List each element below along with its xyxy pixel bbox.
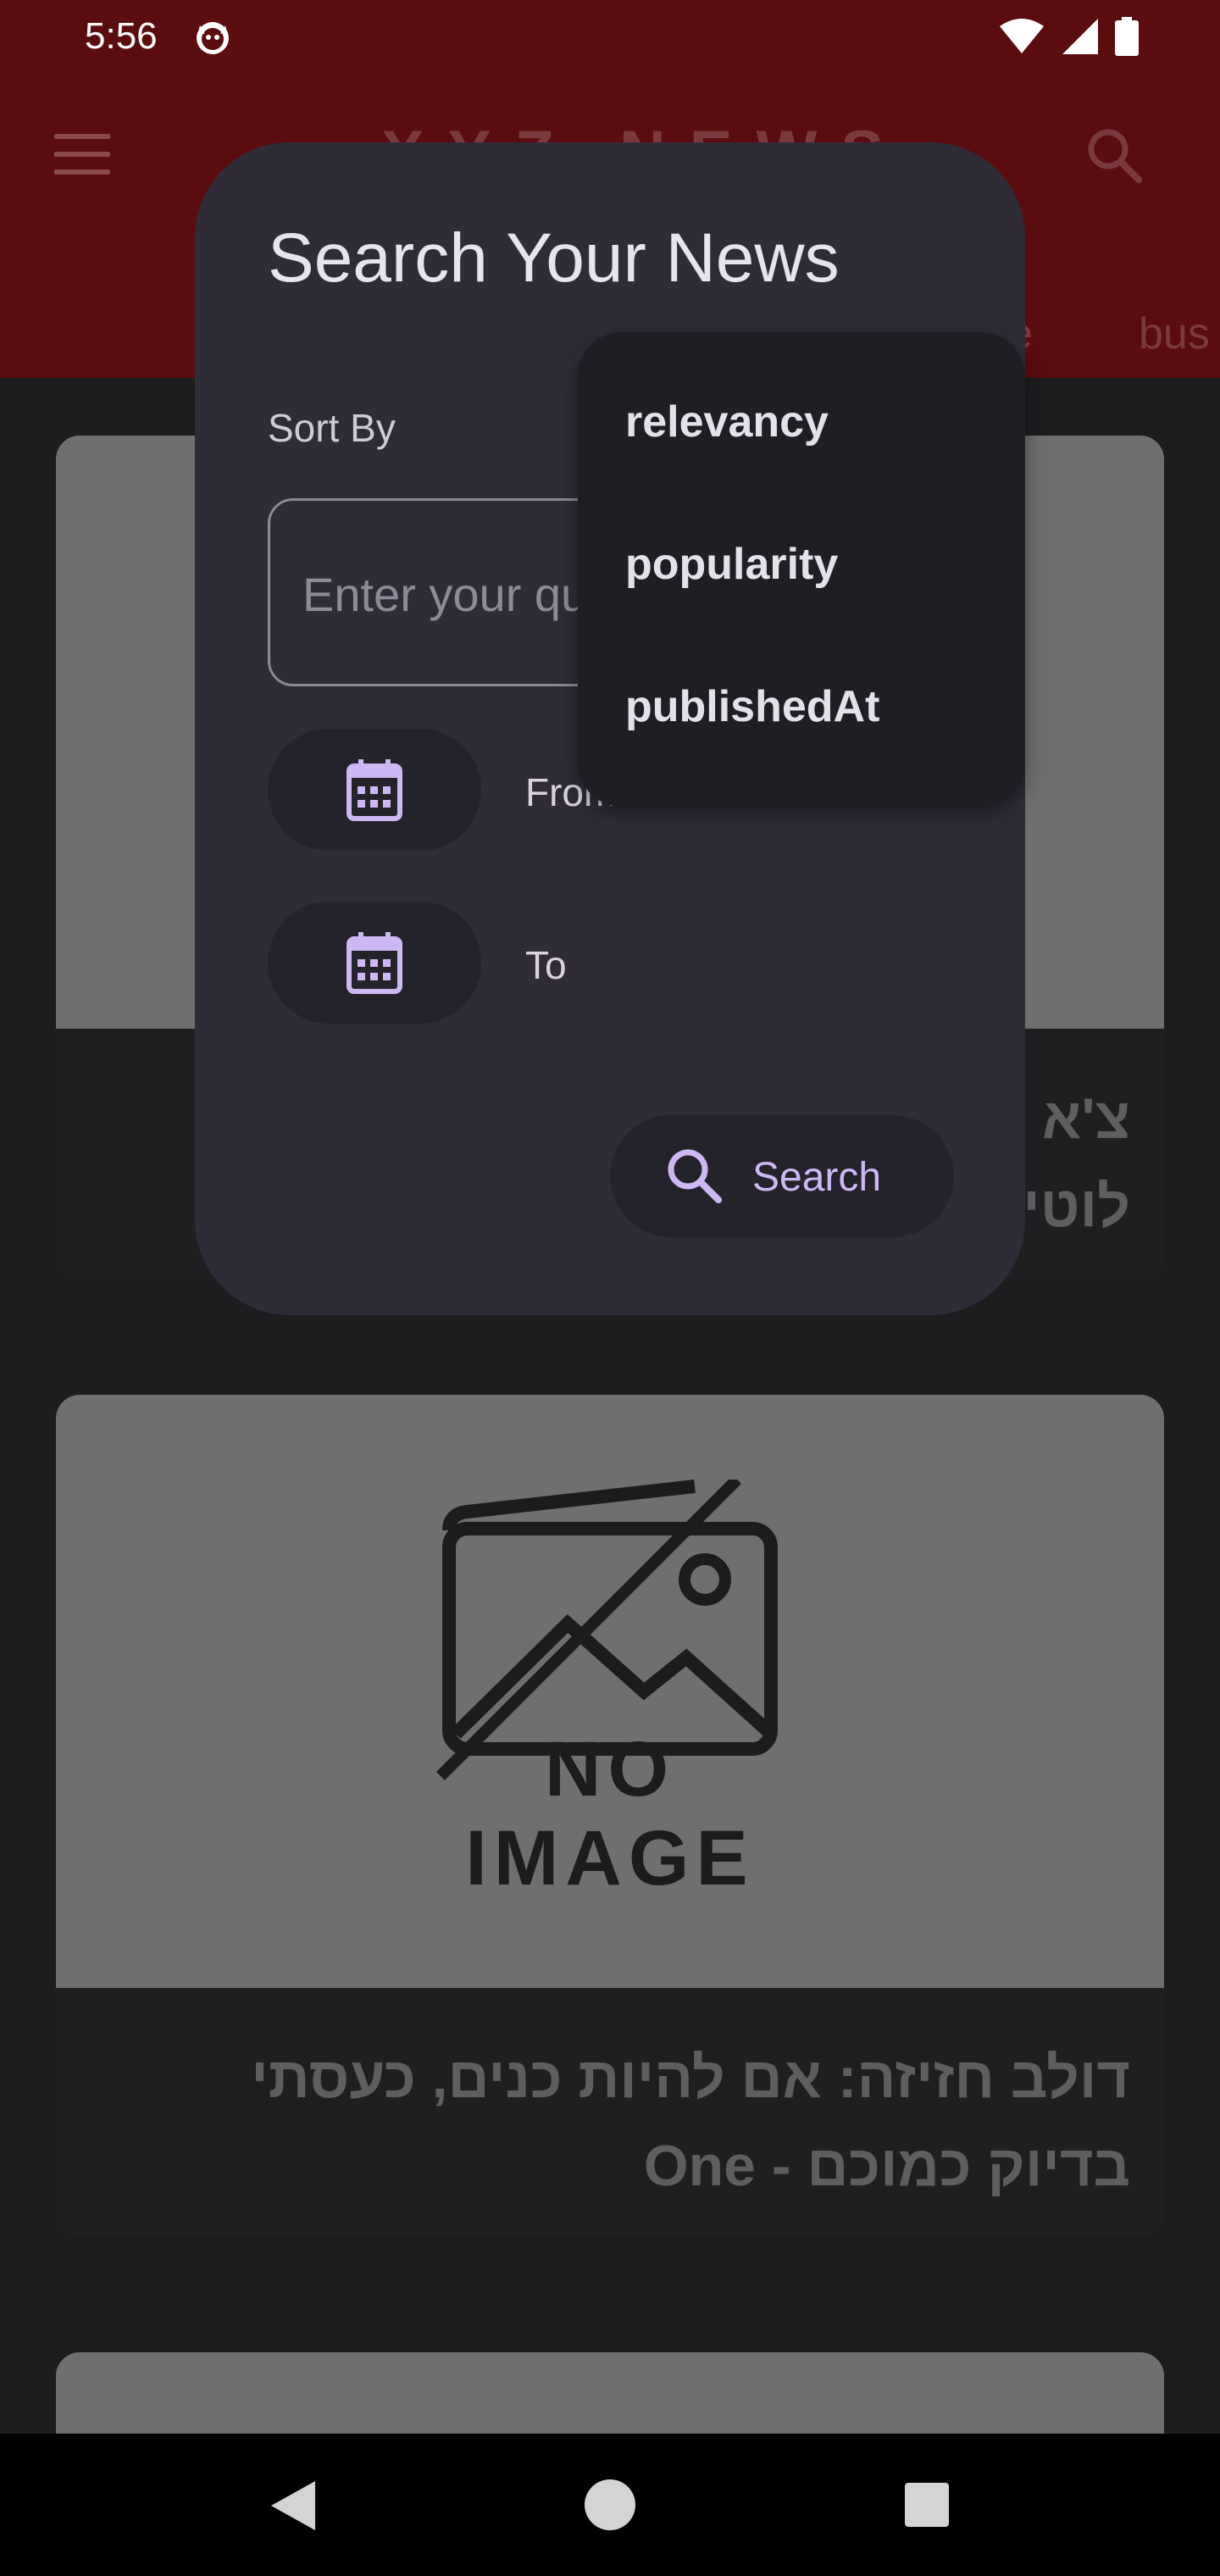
from-date-button[interactable] [268, 729, 481, 851]
to-date-button[interactable] [268, 902, 481, 1024]
search-button-label: Search [752, 1155, 882, 1200]
calendar-icon [347, 759, 402, 821]
search-button[interactable]: Search [610, 1115, 954, 1237]
screen: 5:56 XYZ NEWS e bus צ'א [0, 0, 1220, 2576]
to-label: To [525, 943, 567, 987]
sort-option-relevancy[interactable]: relevancy [625, 397, 829, 447]
calendar-icon [347, 932, 402, 994]
sort-by-label[interactable]: Sort By [268, 405, 396, 451]
sort-option-popularity[interactable]: popularity [625, 539, 838, 590]
sort-dropdown-menu: relevancy popularity publishedAt [578, 332, 1025, 807]
search-icon [668, 1149, 722, 1203]
home-icon[interactable] [585, 2479, 635, 2530]
back-icon[interactable] [268, 2479, 319, 2532]
recent-apps-icon[interactable] [905, 2483, 949, 2527]
dialog-title: Search Your News [268, 219, 840, 297]
system-nav-bar [0, 2434, 1220, 2576]
sort-option-publishedat[interactable]: publishedAt [625, 681, 879, 732]
